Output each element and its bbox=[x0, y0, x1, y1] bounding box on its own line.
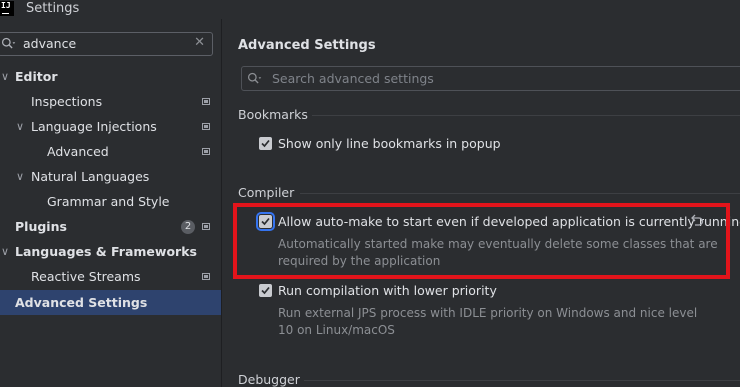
run-compilation-lower-priority-checkbox[interactable] bbox=[259, 284, 272, 297]
bookmarks-line-only-checkbox[interactable] bbox=[259, 137, 272, 150]
app-logo-icon: IJ bbox=[0, 1, 14, 16]
sidebar-item-languages-frameworks[interactable]: ∨ Languages & Frameworks bbox=[0, 239, 221, 264]
sidebar-item-label: Grammar and Style bbox=[47, 194, 170, 209]
option-label[interactable]: Show only line bookmarks in popup bbox=[278, 136, 501, 151]
window-title: Settings bbox=[26, 1, 80, 16]
sidebar-item-label: Advanced Settings bbox=[15, 295, 148, 310]
description-line: 10 on Linux/macOS bbox=[278, 323, 395, 337]
sidebar-search-field[interactable]: advance ✕ bbox=[0, 32, 213, 56]
option-label[interactable]: Run compilation with lower priority bbox=[278, 283, 497, 298]
page-icon bbox=[202, 98, 210, 105]
group-title-compiler: Compiler bbox=[238, 185, 295, 200]
group-title-bookmarks: Bookmarks bbox=[238, 107, 308, 122]
group-divider bbox=[304, 380, 740, 381]
checkmark-icon bbox=[261, 139, 270, 148]
chevron-down-icon[interactable]: ∨ bbox=[1, 64, 9, 89]
sidebar-item-plugins[interactable]: Plugins 2 bbox=[0, 214, 221, 239]
group-divider bbox=[312, 115, 740, 116]
advanced-settings-search-field[interactable] bbox=[241, 66, 740, 91]
page-icon bbox=[202, 123, 210, 130]
sidebar-item-reactive-streams[interactable]: Reactive Streams bbox=[0, 264, 221, 289]
title-bar: IJ Settings bbox=[0, 0, 740, 19]
sidebar-item-label: Editor bbox=[15, 69, 58, 84]
sidebar-item-language-injections[interactable]: ∨ Language Injections bbox=[0, 114, 221, 139]
sidebar-search-value[interactable]: advance bbox=[23, 36, 76, 51]
sidebar-item-label: Inspections bbox=[31, 94, 103, 109]
option-description: Run external JPS process with IDLE prior… bbox=[278, 305, 697, 339]
search-icon bbox=[1, 37, 16, 49]
search-icon bbox=[247, 72, 262, 84]
sidebar-item-natural-languages[interactable]: ∨ Natural Languages bbox=[0, 164, 221, 189]
page-icon bbox=[202, 148, 210, 155]
sidebar-item-label: Advanced bbox=[47, 144, 109, 159]
sidebar-item-advanced-settings[interactable]: Advanced Settings bbox=[0, 290, 221, 315]
sidebar-item-label: Natural Languages bbox=[31, 169, 150, 184]
group-title-debugger: Debugger bbox=[238, 372, 300, 387]
chevron-down-icon[interactable]: ∨ bbox=[1, 239, 9, 264]
advanced-settings-search-input[interactable] bbox=[272, 71, 732, 86]
sidebar-item-inspections[interactable]: Inspections bbox=[0, 89, 221, 114]
sidebar-item-editor[interactable]: ∨ Editor bbox=[0, 64, 221, 89]
sidebar-item-label: Language Injections bbox=[31, 119, 157, 134]
chevron-down-icon[interactable]: ∨ bbox=[16, 114, 24, 139]
plugins-count-badge: 2 bbox=[181, 220, 195, 234]
page-icon bbox=[202, 223, 210, 230]
highlight-annotation-box bbox=[233, 203, 730, 279]
close-icon[interactable]: ✕ bbox=[194, 35, 205, 50]
settings-sidebar: advance ✕ ∨ Editor Inspections ∨ Languag… bbox=[0, 19, 221, 387]
sidebar-item-advanced[interactable]: Advanced bbox=[0, 139, 221, 164]
group-divider bbox=[300, 193, 740, 194]
description-line: Run external JPS process with IDLE prior… bbox=[278, 306, 698, 320]
page-title: Advanced Settings bbox=[238, 38, 376, 53]
page-icon bbox=[202, 273, 210, 280]
sidebar-item-label: Reactive Streams bbox=[31, 269, 141, 284]
sidebar-item-label: Languages & Frameworks bbox=[15, 244, 197, 259]
checkmark-icon bbox=[261, 286, 270, 295]
sidebar-item-label: Plugins bbox=[15, 219, 67, 234]
sidebar-item-grammar-and-style[interactable]: Grammar and Style bbox=[0, 189, 221, 214]
chevron-down-icon[interactable]: ∨ bbox=[16, 164, 24, 189]
